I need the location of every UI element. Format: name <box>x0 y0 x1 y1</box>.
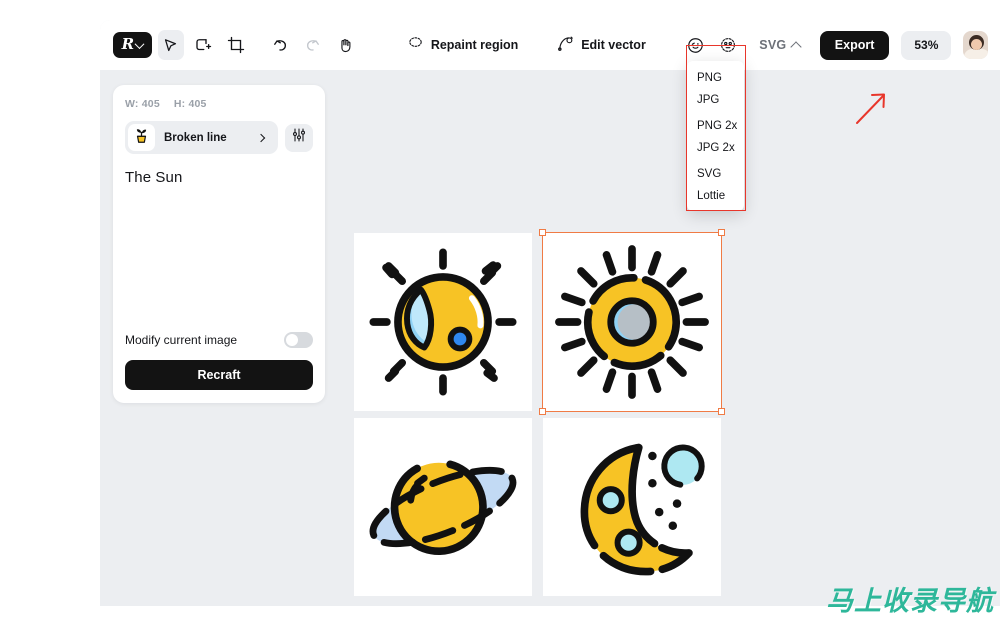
toolbar: R Repaint region Edit vector SVG Export … <box>100 20 1000 70</box>
redo-arrow-icon <box>304 36 322 54</box>
image-tile-saturn[interactable] <box>354 418 532 596</box>
image-tile-moon[interactable] <box>543 418 721 596</box>
image-tile-sun-partial[interactable] <box>354 233 532 411</box>
watermark-text: 马上收录导航 <box>826 586 994 617</box>
shape-plus-icon <box>194 36 212 54</box>
repaint-region-label: Repaint region <box>430 38 519 52</box>
user-avatar[interactable] <box>963 31 989 59</box>
lasso-icon <box>407 35 424 55</box>
avatar-body <box>964 49 989 59</box>
screenshot-root: R Repaint region Edit vector SVG Export … <box>0 0 1000 620</box>
format-option-png[interactable]: PNG <box>687 68 744 90</box>
emoji-wink-button[interactable] <box>683 30 709 60</box>
logo-letter: R <box>121 34 135 53</box>
crop-tool-button[interactable] <box>222 30 248 60</box>
repaint-region-button[interactable]: Repaint region <box>399 30 527 60</box>
format-option-jpg-2x[interactable]: JPG 2x <box>687 138 744 160</box>
wink-face-icon <box>686 36 705 55</box>
cursor-arrow-icon <box>162 37 179 54</box>
export-format-menu: PNG JPG PNG 2x JPG 2x SVG Lottie <box>687 61 744 211</box>
undo-arrow-icon <box>271 36 289 54</box>
add-shape-tool-button[interactable] <box>190 30 216 60</box>
surprised-face-icon <box>719 36 737 54</box>
hand-icon <box>337 37 354 54</box>
format-option-lottie[interactable]: Lottie <box>687 186 744 208</box>
edit-vector-label: Edit vector <box>581 38 646 52</box>
format-option-svg[interactable]: SVG <box>687 164 744 186</box>
chevron-down-icon <box>134 38 145 49</box>
format-option-jpg[interactable]: JPG <box>687 90 744 112</box>
image-tile-sun-ring[interactable] <box>543 233 721 411</box>
format-option-png-2x[interactable]: PNG 2x <box>687 116 744 138</box>
crop-frame-icon <box>227 36 245 54</box>
export-button[interactable]: Export <box>819 30 890 60</box>
pan-tool-button[interactable] <box>332 30 358 60</box>
export-format-select[interactable]: SVG <box>754 30 806 60</box>
undo-button[interactable] <box>267 30 293 60</box>
redo-button[interactable] <box>300 30 326 60</box>
app-window: R Repaint region Edit vector SVG Export … <box>100 20 1000 606</box>
zoom-level-indicator[interactable]: 53% <box>901 30 952 60</box>
chevron-up-icon <box>790 40 802 53</box>
select-tool-button[interactable] <box>157 30 185 60</box>
recraft-logo-button[interactable]: R <box>113 32 152 58</box>
edit-vector-button[interactable]: Edit vector <box>549 30 654 60</box>
emoji-surprised-button[interactable] <box>715 30 741 60</box>
export-format-value: SVG <box>759 38 787 52</box>
canvas-area[interactable] <box>100 70 1000 606</box>
pen-node-icon <box>557 35 574 55</box>
